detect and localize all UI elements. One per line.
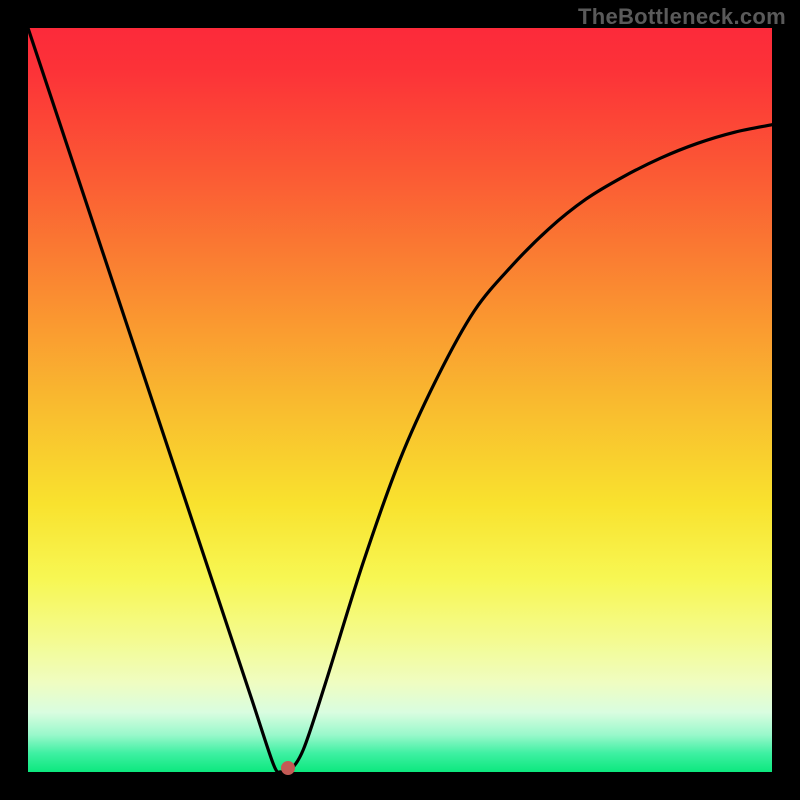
plot-area (28, 28, 772, 772)
chart-frame: TheBottleneck.com (0, 0, 800, 800)
bottleneck-curve (28, 28, 772, 774)
optimum-point-marker (281, 761, 295, 775)
watermark-text: TheBottleneck.com (578, 4, 786, 30)
curve-svg (28, 28, 772, 772)
